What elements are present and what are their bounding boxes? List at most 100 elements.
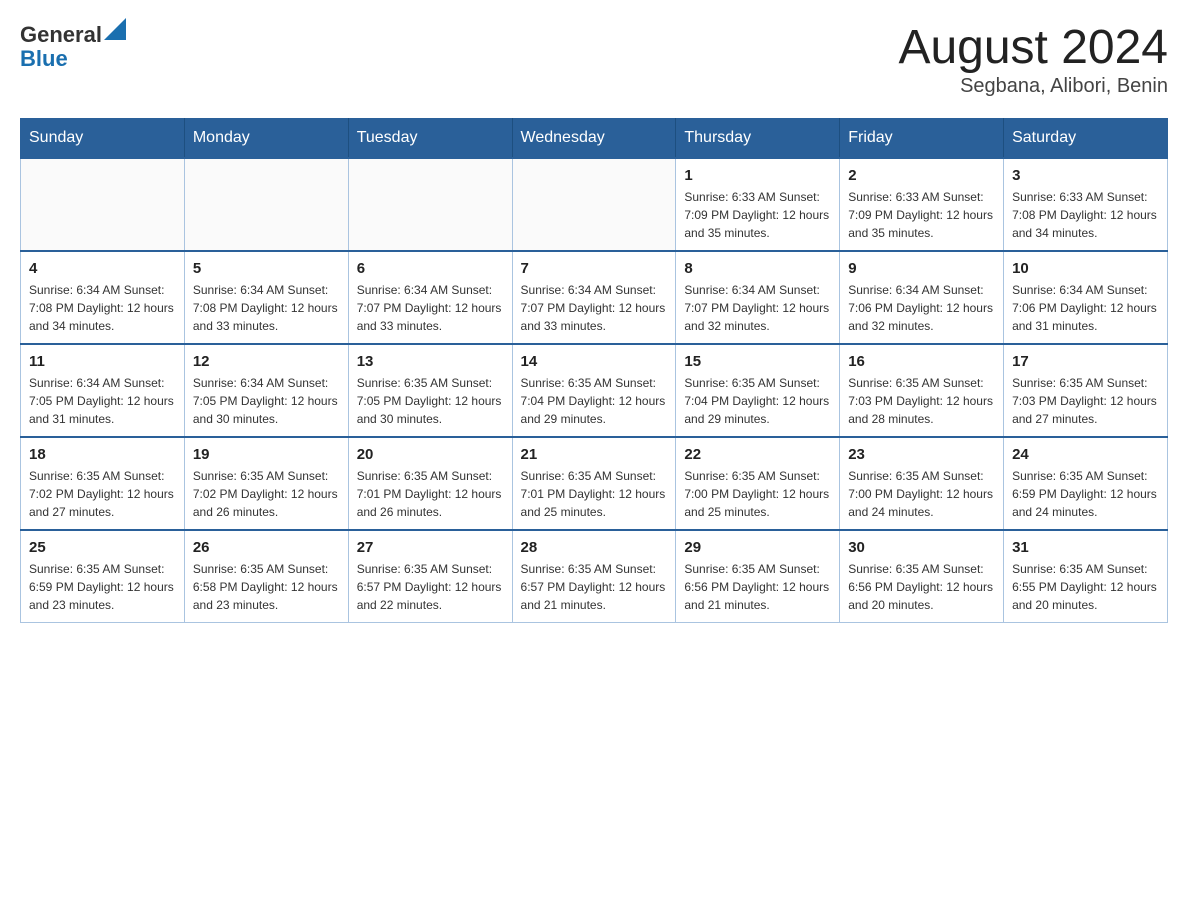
day-number: 17 — [1012, 353, 1159, 370]
calendar-cell: 21 Sunrise: 6:35 AM Sunset: 7:01 PM Dayli… — [512, 437, 676, 530]
header-day-saturday: Saturday — [1004, 119, 1168, 159]
day-info: Sunrise: 6:33 AM Sunset: 7:09 PM Dayligh… — [848, 188, 995, 242]
day-info: Sunrise: 6:34 AM Sunset: 7:07 PM Dayligh… — [684, 281, 831, 335]
header-day-wednesday: Wednesday — [512, 119, 676, 159]
day-number: 31 — [1012, 539, 1159, 556]
calendar-cell: 19Sunrise: 6:35 AM Sunset: 7:02 PM Dayli… — [184, 437, 348, 530]
logo-triangle-icon — [104, 18, 126, 40]
day-number: 14 — [521, 353, 668, 370]
day-info: Sunrise: 6:33 AM Sunset: 7:08 PM Dayligh… — [1012, 188, 1159, 242]
calendar-header: SundayMondayTuesdayWednesdayThursdayFrid… — [21, 119, 1168, 159]
calendar-cell: 9 Sunrise: 6:34 AM Sunset: 7:06 PM Daylig… — [840, 251, 1004, 344]
day-number: 26 — [193, 539, 340, 556]
day-number: 10 — [1012, 260, 1159, 277]
day-number: 12 — [193, 353, 340, 370]
day-number: 22 — [684, 446, 831, 463]
header-day-tuesday: Tuesday — [348, 119, 512, 159]
day-number: 24 — [1012, 446, 1159, 463]
day-number: 3 — [1012, 167, 1159, 184]
title-block: August 2024 Segbana, Alibori, Benin — [898, 20, 1168, 98]
day-info: Sunrise: 6:35 AM Sunset: 7:01 PM Dayligh… — [521, 467, 668, 521]
header-day-friday: Friday — [840, 119, 1004, 159]
calendar-cell: 20Sunrise: 6:35 AM Sunset: 7:01 PM Dayli… — [348, 437, 512, 530]
day-number: 11 — [29, 353, 176, 370]
day-number: 21 — [521, 446, 668, 463]
day-info: Sunrise: 6:35 AM Sunset: 7:03 PM Dayligh… — [848, 374, 995, 428]
page-header: General Blue August 2024 Segbana, Alibor… — [20, 20, 1168, 98]
header-day-thursday: Thursday — [676, 119, 840, 159]
calendar-cell: 8Sunrise: 6:34 AM Sunset: 7:07 PM Daylig… — [676, 251, 840, 344]
calendar-subtitle: Segbana, Alibori, Benin — [898, 75, 1168, 98]
day-info: Sunrise: 6:35 AM Sunset: 7:03 PM Dayligh… — [1012, 374, 1159, 428]
header-row: SundayMondayTuesdayWednesdayThursdayFrid… — [21, 119, 1168, 159]
day-info: Sunrise: 6:34 AM Sunset: 7:08 PM Dayligh… — [193, 281, 340, 335]
day-info: Sunrise: 6:35 AM Sunset: 6:59 PM Dayligh… — [29, 560, 176, 614]
calendar-cell: 18 Sunrise: 6:35 AM Sunset: 7:02 PM Dayli… — [21, 437, 185, 530]
day-number: 15 — [684, 353, 831, 370]
day-number: 5 — [193, 260, 340, 277]
week-row-1: 1Sunrise: 6:33 AM Sunset: 7:09 PM Daylig… — [21, 158, 1168, 251]
logo-general-text: General — [20, 22, 102, 47]
day-info: Sunrise: 6:35 AM Sunset: 7:05 PM Dayligh… — [357, 374, 504, 428]
day-number: 6 — [357, 260, 504, 277]
day-info: Sunrise: 6:34 AM Sunset: 7:06 PM Dayligh… — [1012, 281, 1159, 335]
calendar-cell: 31 Sunrise: 6:35 AM Sunset: 6:55 PM Dayli… — [1004, 530, 1168, 623]
day-info: Sunrise: 6:34 AM Sunset: 7:06 PM Dayligh… — [848, 281, 995, 335]
calendar-cell: 10 Sunrise: 6:34 AM Sunset: 7:06 PM Dayli… — [1004, 251, 1168, 344]
calendar-body: 1Sunrise: 6:33 AM Sunset: 7:09 PM Daylig… — [21, 158, 1168, 623]
calendar-cell: 24 Sunrise: 6:35 AM Sunset: 6:59 PM Dayli… — [1004, 437, 1168, 530]
day-number: 20 — [357, 446, 504, 463]
calendar-cell: 1Sunrise: 6:33 AM Sunset: 7:09 PM Daylig… — [676, 158, 840, 251]
day-info: Sunrise: 6:35 AM Sunset: 7:02 PM Dayligh… — [193, 467, 340, 521]
day-info: Sunrise: 6:35 AM Sunset: 7:00 PM Dayligh… — [848, 467, 995, 521]
calendar-cell: 5 Sunrise: 6:34 AM Sunset: 7:08 PM Daylig… — [184, 251, 348, 344]
week-row-2: 4 Sunrise: 6:34 AM Sunset: 7:08 PM Daylig… — [21, 251, 1168, 344]
day-info: Sunrise: 6:34 AM Sunset: 7:05 PM Dayligh… — [193, 374, 340, 428]
day-number: 18 — [29, 446, 176, 463]
day-number: 13 — [357, 353, 504, 370]
day-number: 23 — [848, 446, 995, 463]
calendar-cell — [184, 158, 348, 251]
day-info: Sunrise: 6:35 AM Sunset: 7:02 PM Dayligh… — [29, 467, 176, 521]
day-info: Sunrise: 6:35 AM Sunset: 7:04 PM Dayligh… — [521, 374, 668, 428]
day-info: Sunrise: 6:35 AM Sunset: 6:58 PM Dayligh… — [193, 560, 340, 614]
header-day-sunday: Sunday — [21, 119, 185, 159]
day-info: Sunrise: 6:35 AM Sunset: 6:57 PM Dayligh… — [357, 560, 504, 614]
calendar-cell — [21, 158, 185, 251]
calendar-cell: 27Sunrise: 6:35 AM Sunset: 6:57 PM Dayli… — [348, 530, 512, 623]
day-info: Sunrise: 6:34 AM Sunset: 7:07 PM Dayligh… — [357, 281, 504, 335]
calendar-cell: 11Sunrise: 6:34 AM Sunset: 7:05 PM Dayli… — [21, 344, 185, 437]
calendar-cell: 26 Sunrise: 6:35 AM Sunset: 6:58 PM Dayli… — [184, 530, 348, 623]
calendar-cell: 22Sunrise: 6:35 AM Sunset: 7:00 PM Dayli… — [676, 437, 840, 530]
calendar-cell: 29 Sunrise: 6:35 AM Sunset: 6:56 PM Dayli… — [676, 530, 840, 623]
day-number: 9 — [848, 260, 995, 277]
calendar-cell: 16 Sunrise: 6:35 AM Sunset: 7:03 PM Dayli… — [840, 344, 1004, 437]
calendar-cell: 6 Sunrise: 6:34 AM Sunset: 7:07 PM Daylig… — [348, 251, 512, 344]
day-info: Sunrise: 6:35 AM Sunset: 6:59 PM Dayligh… — [1012, 467, 1159, 521]
day-info: Sunrise: 6:33 AM Sunset: 7:09 PM Dayligh… — [684, 188, 831, 242]
day-number: 29 — [684, 539, 831, 556]
day-number: 4 — [29, 260, 176, 277]
week-row-3: 11 Sunrise: 6:34 AM Sunset: 7:05 PM Dayli… — [21, 344, 1168, 437]
calendar-title: August 2024 — [898, 20, 1168, 75]
week-row-4: 18 Sunrise: 6:35 AM Sunset: 7:02 PM Dayli… — [21, 437, 1168, 530]
calendar-cell: 23 Sunrise: 6:35 AM Sunset: 7:00 PM Dayli… — [840, 437, 1004, 530]
calendar-cell — [512, 158, 676, 251]
day-info: Sunrise: 6:35 AM Sunset: 6:56 PM Dayligh… — [684, 560, 831, 614]
calendar-cell: 12 Sunrise: 6:34 AM Sunset: 7:05 PM Dayli… — [184, 344, 348, 437]
calendar-cell: 13 Sunrise: 6:35 AM Sunset: 7:05 PM Dayli… — [348, 344, 512, 437]
logo: General Blue — [20, 20, 126, 71]
calendar-table: SundayMondayTuesdayWednesdayThursdayFrid… — [20, 118, 1168, 623]
week-row-5: 25Sunrise: 6:35 AM Sunset: 6:59 PM Dayli… — [21, 530, 1168, 623]
logo-blue-text: Blue — [20, 46, 68, 71]
calendar-cell: 3 Sunrise: 6:33 AM Sunset: 7:08 PM Daylig… — [1004, 158, 1168, 251]
day-number: 2 — [848, 167, 995, 184]
day-info: Sunrise: 6:34 AM Sunset: 7:07 PM Dayligh… — [521, 281, 668, 335]
calendar-cell: 4 Sunrise: 6:34 AM Sunset: 7:08 PM Daylig… — [21, 251, 185, 344]
day-number: 28 — [521, 539, 668, 556]
day-info: Sunrise: 6:35 AM Sunset: 6:55 PM Dayligh… — [1012, 560, 1159, 614]
calendar-cell — [348, 158, 512, 251]
day-info: Sunrise: 6:34 AM Sunset: 7:08 PM Dayligh… — [29, 281, 176, 335]
day-info: Sunrise: 6:35 AM Sunset: 6:57 PM Dayligh… — [521, 560, 668, 614]
day-number: 16 — [848, 353, 995, 370]
